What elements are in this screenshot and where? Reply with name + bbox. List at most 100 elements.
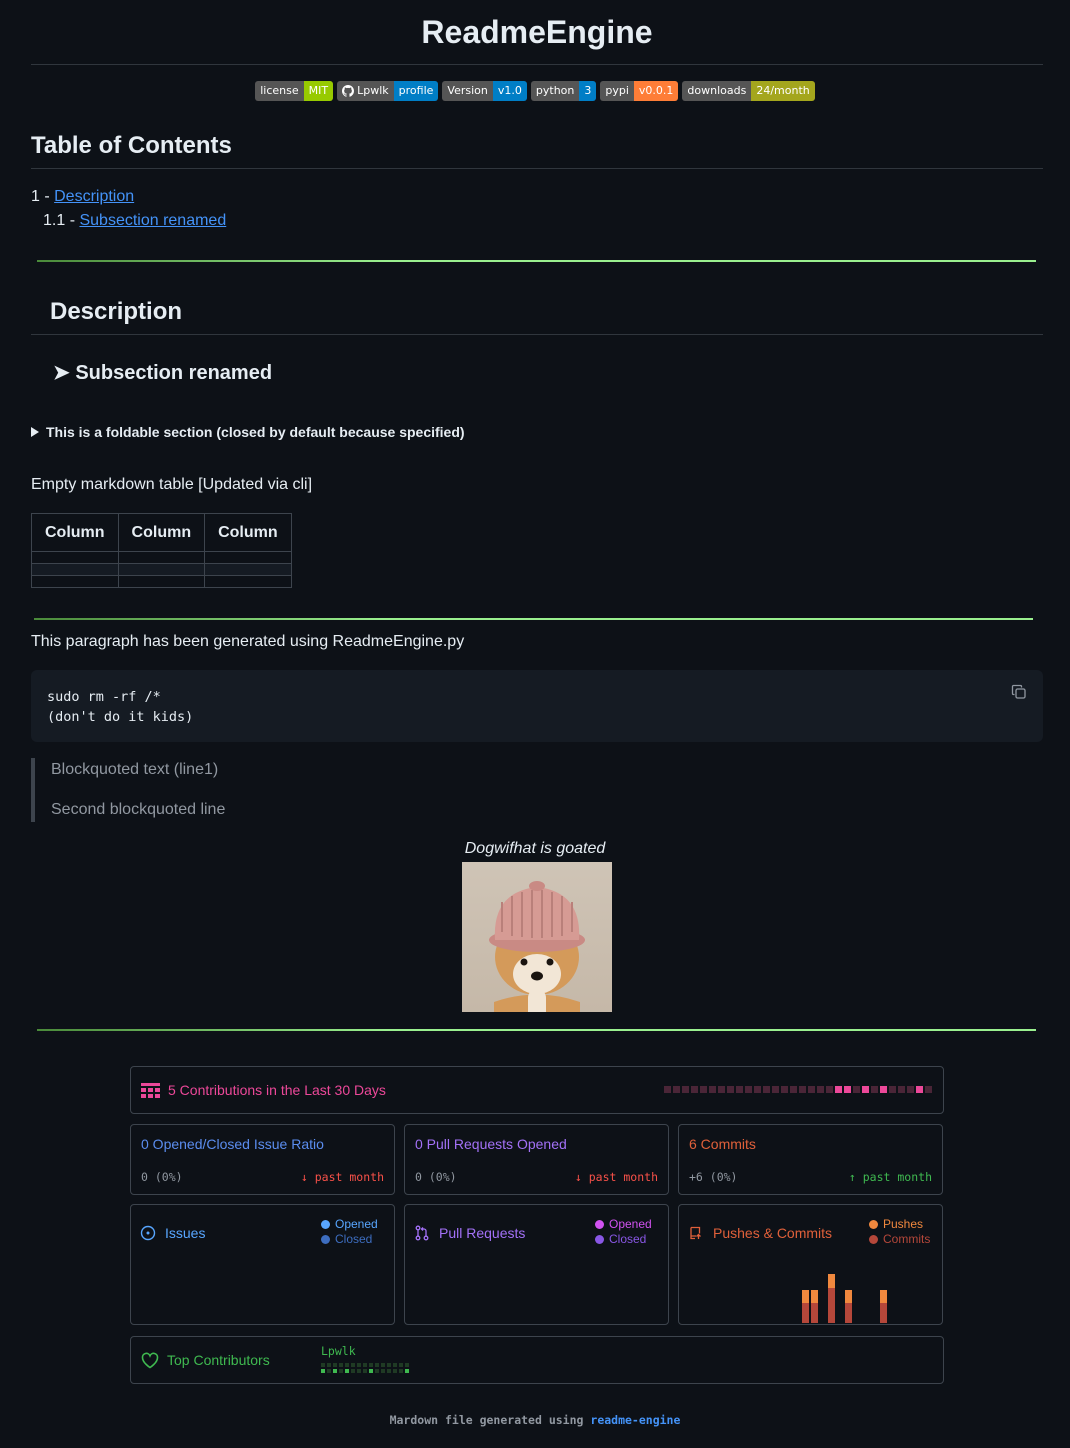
contribution-day bbox=[808, 1086, 815, 1093]
table-cell bbox=[31, 551, 119, 564]
table-header-cell: Column bbox=[31, 513, 119, 552]
contributions-card: 5 Contributions in the Last 30 Days bbox=[130, 1066, 944, 1114]
contribution-day bbox=[853, 1086, 860, 1093]
bar-commits bbox=[880, 1303, 887, 1323]
contribution-day bbox=[727, 1086, 734, 1093]
contributor-activity-cell bbox=[399, 1363, 403, 1367]
contributor-activity-cell bbox=[351, 1363, 355, 1367]
contributor-activity-cell bbox=[321, 1363, 325, 1367]
issues-panel-title: Issues bbox=[165, 1225, 206, 1241]
pull-requests-panel-title: Pull Requests bbox=[439, 1225, 526, 1241]
python-badge[interactable]: python 3 bbox=[530, 81, 597, 101]
generated-paragraph: This paragraph has been generated using … bbox=[31, 633, 465, 650]
pull-requests-opened-title: 0 Pull Requests Opened bbox=[415, 1136, 567, 1152]
contributor-activity-cell bbox=[321, 1369, 325, 1373]
bar-pushes bbox=[880, 1290, 887, 1303]
table-cell bbox=[204, 575, 292, 588]
contributor-activity-cell bbox=[363, 1369, 367, 1373]
license-badge[interactable]: license MIT bbox=[255, 81, 334, 101]
pushes-commits-panel-title: Pushes & Commits bbox=[713, 1225, 833, 1241]
toc-link-subsection[interactable]: Subsection renamed bbox=[79, 212, 226, 229]
contributor-activity-cell bbox=[387, 1369, 391, 1373]
contribution-day bbox=[826, 1086, 833, 1093]
contributor-activity-cell bbox=[399, 1369, 403, 1373]
contributor-activity-cell bbox=[357, 1363, 361, 1367]
contribution-day bbox=[754, 1086, 761, 1093]
contributions-title: 5 Contributions in the Last 30 Days bbox=[168, 1082, 386, 1098]
contributor-activity-cell bbox=[333, 1369, 337, 1373]
contribution-day bbox=[889, 1086, 896, 1093]
table-header-cell: Column bbox=[204, 513, 292, 552]
contributor-activity-cell bbox=[327, 1369, 331, 1373]
contributor-activity-cell bbox=[369, 1363, 373, 1367]
page-title: ReadmeEngine bbox=[421, 14, 653, 50]
table-cell bbox=[204, 551, 292, 564]
calendar-grid-icon bbox=[141, 1083, 160, 1098]
description-divider bbox=[31, 334, 1043, 335]
toc-link-description[interactable]: Description bbox=[54, 188, 134, 205]
title-divider bbox=[31, 64, 1043, 65]
commits-title: 6 Commits bbox=[689, 1136, 756, 1152]
contribution-day bbox=[673, 1086, 680, 1093]
commits-card: 6 Commits +6 (0%) ↑ past month bbox=[678, 1124, 943, 1195]
contribution-day bbox=[844, 1086, 851, 1093]
pypi-badge[interactable]: pypi v0.0.1 bbox=[600, 81, 679, 101]
bar-pushes bbox=[802, 1290, 809, 1303]
blockquote-line: Blockquoted text (line1) bbox=[51, 761, 219, 778]
contributor-activity-cell bbox=[375, 1363, 379, 1367]
contribution-day bbox=[718, 1086, 725, 1093]
profile-badge[interactable]: Lpwlk profile bbox=[337, 81, 439, 101]
contributor-activity-cell bbox=[387, 1363, 391, 1367]
toc-heading: Table of Contents bbox=[31, 132, 232, 159]
bar-pushes bbox=[828, 1274, 835, 1288]
contributor-activity-cell bbox=[339, 1369, 343, 1373]
contribution-day bbox=[682, 1086, 689, 1093]
contributor-activity-cell bbox=[375, 1369, 379, 1373]
contributor-activity-cell bbox=[357, 1369, 361, 1373]
issue-circle-icon bbox=[140, 1225, 156, 1241]
issue-ratio-value: 0 (0%) bbox=[141, 1170, 183, 1184]
contributor-activity-cell bbox=[393, 1369, 397, 1373]
contribution-day bbox=[817, 1086, 824, 1093]
repo-push-icon bbox=[690, 1226, 701, 1240]
version-badge[interactable]: Version v1.0 bbox=[442, 81, 527, 101]
empty-table: Column Column Column bbox=[31, 513, 292, 588]
contribution-day bbox=[862, 1086, 869, 1093]
pull-requests-panel: Pull Requests Opened Closed bbox=[404, 1204, 669, 1325]
contributor-name[interactable]: Lpwlk bbox=[321, 1344, 356, 1358]
bar-pushes bbox=[845, 1290, 852, 1303]
table-cell bbox=[117, 575, 206, 588]
contribution-day bbox=[880, 1086, 887, 1093]
bar-commits bbox=[802, 1303, 809, 1323]
dog-with-hat-image bbox=[462, 862, 612, 1012]
footer: Mardown file generated using readme-engi… bbox=[389, 1413, 681, 1427]
foldable-section[interactable]: This is a foldable section (closed by de… bbox=[31, 424, 465, 440]
pull-requests-opened-value: 0 (0%) bbox=[415, 1170, 457, 1184]
top-contributors-card: Top Contributors Lpwlk bbox=[130, 1336, 944, 1384]
contribution-day bbox=[799, 1086, 806, 1093]
contribution-day bbox=[691, 1086, 698, 1093]
commits-trend: ↑ past month bbox=[848, 1170, 932, 1184]
contributor-activity-cell bbox=[327, 1363, 331, 1367]
contributor-activity-cell bbox=[363, 1363, 367, 1367]
contributor-activity-graph bbox=[321, 1363, 409, 1373]
table-cell bbox=[117, 563, 206, 576]
table-header-cell: Column bbox=[117, 513, 206, 552]
code-block: sudo rm -rf /* (don't do it kids) bbox=[31, 670, 1043, 742]
pushes-commits-panel: Pushes & Commits Pushes Commits bbox=[678, 1204, 943, 1325]
contribution-day bbox=[709, 1086, 716, 1093]
contribution-day bbox=[898, 1086, 905, 1093]
code-line: (don't do it kids) bbox=[47, 709, 194, 725]
pull-request-icon bbox=[415, 1225, 429, 1241]
contributor-activity-cell bbox=[393, 1363, 397, 1367]
readme-engine-link[interactable]: readme-engine bbox=[590, 1413, 680, 1427]
table-cell bbox=[117, 551, 206, 564]
toc-item: 1.1 - Subsection renamed bbox=[43, 212, 227, 229]
contribution-day bbox=[790, 1086, 797, 1093]
image-caption: Dogwifhat is goated bbox=[464, 840, 606, 857]
issue-ratio-card: 0 Opened/Closed Issue Ratio 0 (0%) ↓ pas… bbox=[130, 1124, 395, 1195]
copy-icon[interactable] bbox=[1011, 684, 1027, 700]
downloads-badge[interactable]: downloads 24/month bbox=[682, 81, 815, 101]
contributor-activity-cell bbox=[351, 1369, 355, 1373]
issue-ratio-title: 0 Opened/Closed Issue Ratio bbox=[141, 1136, 324, 1152]
